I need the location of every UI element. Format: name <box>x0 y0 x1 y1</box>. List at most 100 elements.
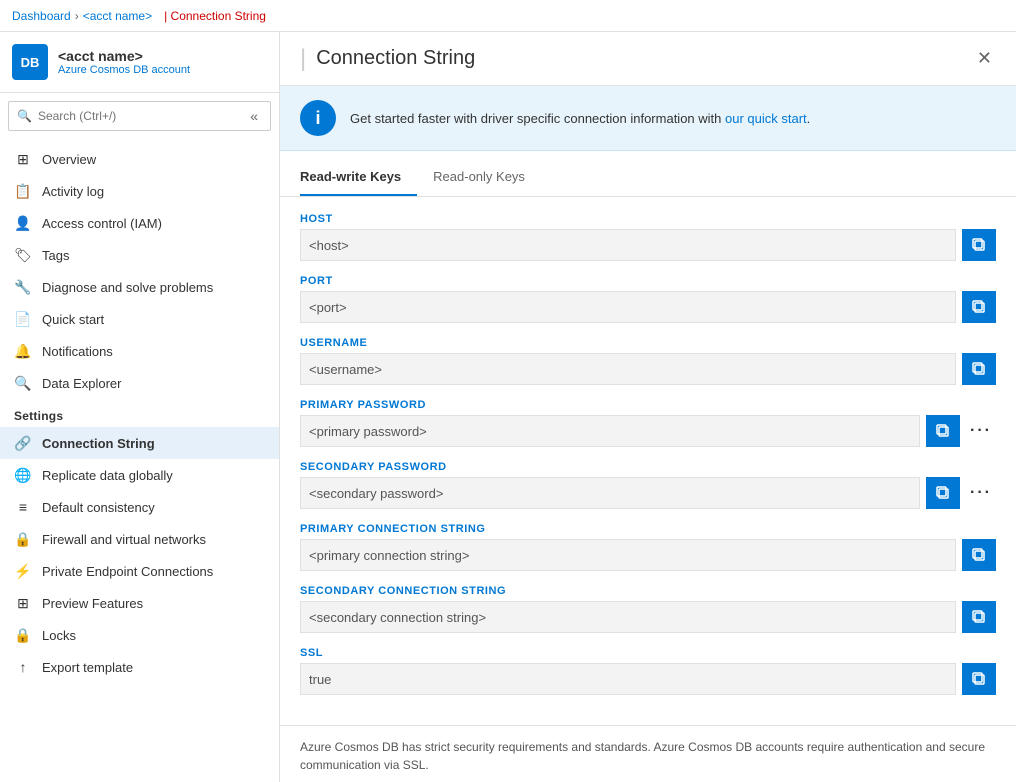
sidebar-account-subtitle: Azure Cosmos DB account <box>58 64 267 76</box>
host-row <box>300 229 996 261</box>
secondary-connection-string-copy-button[interactable] <box>962 601 996 633</box>
sidebar-item-quick-start[interactable]: 📄 Quick start <box>0 303 279 335</box>
sidebar-item-label: Connection String <box>42 436 155 451</box>
field-primary-connection-string: PRIMARY CONNECTION STRING <box>300 523 996 571</box>
field-ssl: SSL <box>300 647 996 695</box>
close-button[interactable]: ✕ <box>973 44 996 73</box>
diagnose-icon: 🔧 <box>14 278 32 296</box>
data-explorer-icon: 🔍 <box>14 374 32 392</box>
replicate-icon: 🌐 <box>14 466 32 484</box>
field-secondary-password: SECONDARY PASSWORD ··· <box>300 461 996 509</box>
quick-start-link[interactable]: our quick start <box>725 111 807 126</box>
access-control-icon: 👤 <box>14 214 32 232</box>
tab-read-only[interactable]: Read-only Keys <box>433 159 541 196</box>
secondary-password-more-button[interactable]: ··· <box>966 484 996 502</box>
primary-password-row: ··· <box>300 415 996 447</box>
sidebar-item-firewall[interactable]: 🔒 Firewall and virtual networks <box>0 523 279 555</box>
sidebar-item-access-control[interactable]: 👤 Access control (IAM) <box>0 207 279 239</box>
title-separator: | <box>300 45 306 73</box>
host-input[interactable] <box>300 229 956 261</box>
search-box[interactable]: 🔍 « <box>8 101 271 131</box>
collapse-button[interactable]: « <box>246 106 262 126</box>
sidebar-item-label: Notifications <box>42 344 113 359</box>
sidebar-item-label: Diagnose and solve problems <box>42 280 213 295</box>
sidebar-item-locks[interactable]: 🔒 Locks <box>0 619 279 651</box>
field-primary-password: PRIMARY PASSWORD ··· <box>300 399 996 447</box>
db-icon: DB <box>12 44 48 80</box>
sidebar-item-label: Preview Features <box>42 596 143 611</box>
sidebar-item-label: Default consistency <box>42 500 155 515</box>
secondary-connection-string-input[interactable] <box>300 601 956 633</box>
tags-icon: 🏷 <box>14 246 32 264</box>
settings-section-label: Settings <box>0 399 279 427</box>
secondary-password-row: ··· <box>300 477 996 509</box>
tab-read-write[interactable]: Read-write Keys <box>300 159 417 196</box>
sidebar: DB <acct name> Azure Cosmos DB account 🔍… <box>0 32 280 782</box>
export-icon: ↑ <box>14 658 32 676</box>
sidebar-item-preview-features[interactable]: ⊞ Preview Features <box>0 587 279 619</box>
sidebar-account-name: <acct name> <box>58 48 267 64</box>
sidebar-item-replicate-data[interactable]: 🌐 Replicate data globally <box>0 459 279 491</box>
preview-features-icon: ⊞ <box>14 594 32 612</box>
sidebar-item-export-template[interactable]: ↑ Export template <box>0 651 279 683</box>
sidebar-item-label: Quick start <box>42 312 104 327</box>
sidebar-item-default-consistency[interactable]: ≡ Default consistency <box>0 491 279 523</box>
sidebar-item-connection-string[interactable]: 🔗 Connection String <box>0 427 279 459</box>
breadcrumb-current: | Connection String <box>164 9 266 23</box>
username-input[interactable] <box>300 353 956 385</box>
username-label: USERNAME <box>300 337 996 349</box>
sidebar-item-label: Activity log <box>42 184 104 199</box>
host-label: HOST <box>300 213 996 225</box>
primary-connection-string-input[interactable] <box>300 539 956 571</box>
username-row <box>300 353 996 385</box>
info-banner: i Get started faster with driver specifi… <box>280 86 1016 151</box>
primary-password-more-button[interactable]: ··· <box>966 422 996 440</box>
sidebar-nav: ⊞ Overview 📋 Activity log 👤 Access contr… <box>0 139 279 687</box>
primary-password-input[interactable] <box>300 415 920 447</box>
page-title: Connection String <box>316 47 973 70</box>
sidebar-item-data-explorer[interactable]: 🔍 Data Explorer <box>0 367 279 399</box>
breadcrumb-dashboard[interactable]: Dashboard <box>12 9 71 23</box>
sidebar-account-info: <acct name> Azure Cosmos DB account <box>58 48 267 76</box>
username-copy-button[interactable] <box>962 353 996 385</box>
secondary-password-input[interactable] <box>300 477 920 509</box>
secondary-connection-string-label: SECONDARY CONNECTION STRING <box>300 585 996 597</box>
notifications-icon: 🔔 <box>14 342 32 360</box>
port-input[interactable] <box>300 291 956 323</box>
sidebar-item-activity-log[interactable]: 📋 Activity log <box>0 175 279 207</box>
quick-start-icon: 📄 <box>14 310 32 328</box>
sidebar-item-private-endpoint[interactable]: ⚡ Private Endpoint Connections <box>0 555 279 587</box>
sidebar-item-tags[interactable]: 🏷 Tags <box>0 239 279 271</box>
primary-password-copy-button[interactable] <box>926 415 960 447</box>
breadcrumb: Dashboard › <acct name> | Connection Str… <box>0 0 1016 32</box>
primary-connection-string-label: PRIMARY CONNECTION STRING <box>300 523 996 535</box>
sidebar-item-label: Export template <box>42 660 133 675</box>
search-input[interactable] <box>38 109 240 123</box>
ssl-copy-button[interactable] <box>962 663 996 695</box>
info-icon: i <box>300 100 336 136</box>
sidebar-item-label: Firewall and virtual networks <box>42 532 206 547</box>
sidebar-item-label: Overview <box>42 152 96 167</box>
search-icon: 🔍 <box>17 109 32 123</box>
sidebar-item-overview[interactable]: ⊞ Overview <box>0 143 279 175</box>
ssl-input[interactable] <box>300 663 956 695</box>
private-endpoint-icon: ⚡ <box>14 562 32 580</box>
locks-icon: 🔒 <box>14 626 32 644</box>
content-header: | Connection String ✕ <box>280 32 1016 86</box>
secondary-password-label: SECONDARY PASSWORD <box>300 461 996 473</box>
port-copy-button[interactable] <box>962 291 996 323</box>
sidebar-item-label: Replicate data globally <box>42 468 173 483</box>
primary-connection-string-copy-button[interactable] <box>962 539 996 571</box>
content-scroll: i Get started faster with driver specifi… <box>280 86 1016 782</box>
secondary-connection-string-row <box>300 601 996 633</box>
breadcrumb-account[interactable]: <acct name> <box>83 9 152 23</box>
host-copy-button[interactable] <box>962 229 996 261</box>
sidebar-item-diagnose[interactable]: 🔧 Diagnose and solve problems <box>0 271 279 303</box>
port-label: PORT <box>300 275 996 287</box>
connection-string-icon: 🔗 <box>14 434 32 452</box>
field-username: USERNAME <box>300 337 996 385</box>
sidebar-item-label: Data Explorer <box>42 376 121 391</box>
sidebar-item-notifications[interactable]: 🔔 Notifications <box>0 335 279 367</box>
secondary-password-copy-button[interactable] <box>926 477 960 509</box>
sidebar-item-label: Private Endpoint Connections <box>42 564 213 579</box>
